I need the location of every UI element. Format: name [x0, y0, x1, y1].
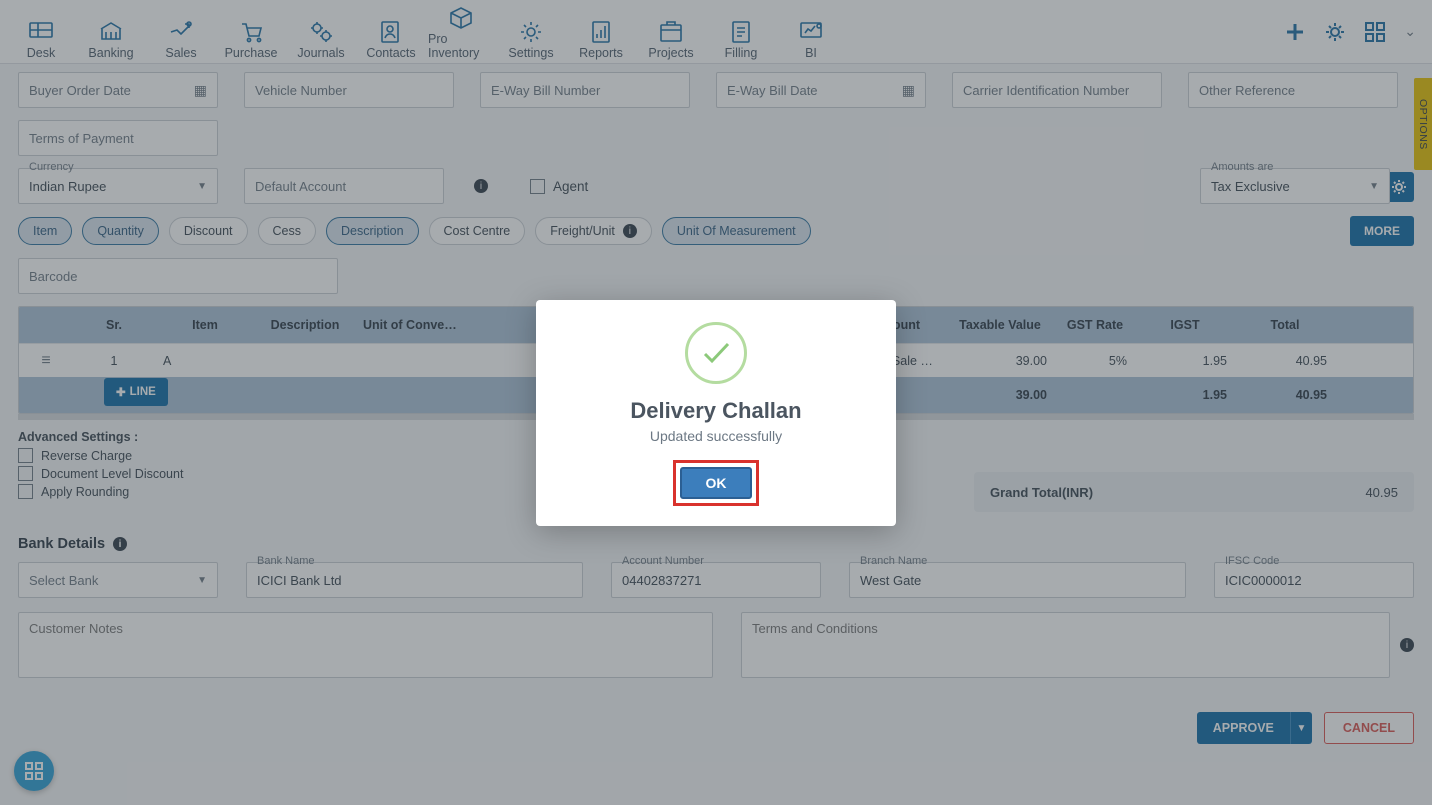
modal-message: Updated successfully: [558, 428, 874, 444]
ok-button[interactable]: OK: [680, 467, 752, 499]
modal-overlay: Delivery Challan Updated successfully OK: [0, 0, 1432, 805]
success-check-icon: [685, 322, 747, 384]
ok-highlight: OK: [673, 460, 759, 506]
success-modal: Delivery Challan Updated successfully OK: [536, 300, 896, 526]
modal-title: Delivery Challan: [558, 398, 874, 424]
